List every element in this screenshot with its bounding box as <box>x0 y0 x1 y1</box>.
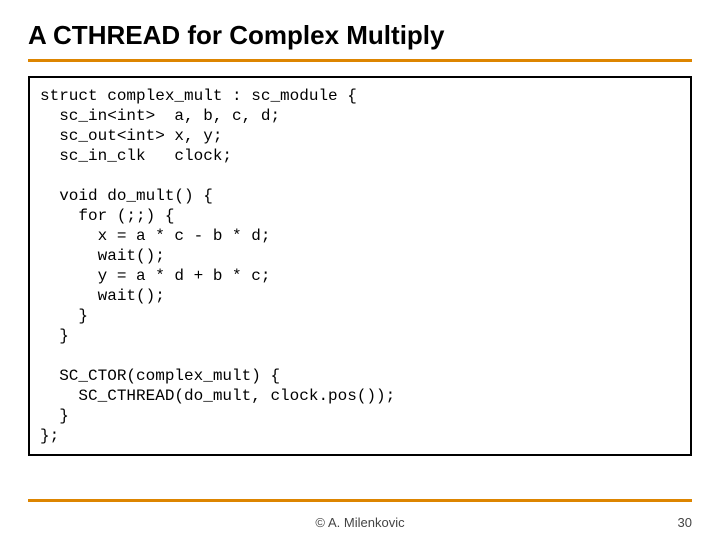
author-name: A. Milenkovic <box>328 515 405 530</box>
copyright-icon: © <box>315 515 325 530</box>
footer-author: © A. Milenkovic <box>0 515 720 530</box>
page-number: 30 <box>678 515 692 530</box>
slide-title: A CTHREAD for Complex Multiply <box>28 20 692 57</box>
code-block: struct complex_mult : sc_module { sc_in<… <box>28 76 692 456</box>
title-underline <box>28 59 692 62</box>
footer-divider <box>28 499 692 502</box>
slide: A CTHREAD for Complex Multiply struct co… <box>0 0 720 540</box>
